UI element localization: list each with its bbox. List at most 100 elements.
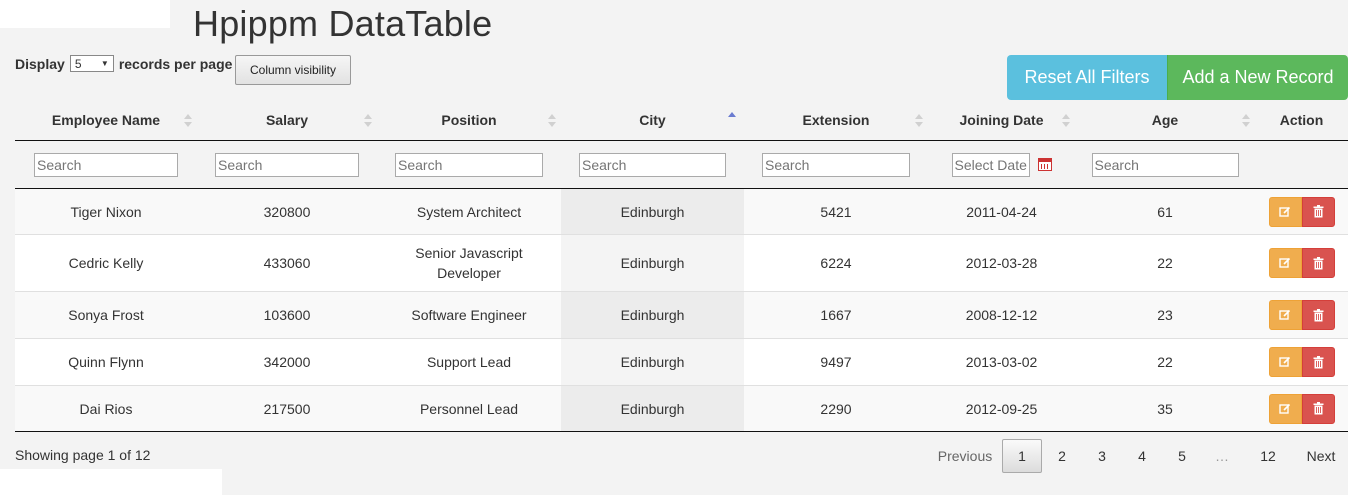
edit-button[interactable] <box>1268 248 1302 278</box>
previous-page-button[interactable]: Previous <box>928 439 1002 473</box>
joining-date-cell: 2013-03-02 <box>928 338 1075 386</box>
page-button-4[interactable]: 4 <box>1122 439 1162 473</box>
action-cell <box>1255 291 1348 339</box>
salary-search-input[interactable] <box>215 152 359 177</box>
action-buttons <box>1268 347 1335 377</box>
employee-name-cell: Cedric Kelly <box>15 234 197 292</box>
edit-icon <box>1279 356 1291 367</box>
age-cell: 22 <box>1075 338 1255 386</box>
employee-name-search-input[interactable] <box>34 152 178 177</box>
edit-icon <box>1279 257 1291 268</box>
filter-cell <box>561 140 744 189</box>
employee-name-cell: Dai Rios <box>15 385 197 432</box>
column-visibility-button[interactable]: Column visibility <box>235 55 351 85</box>
column-header-employee-name[interactable]: Employee Name <box>15 100 197 141</box>
position-cell: System Architect <box>377 188 561 235</box>
filter-cell <box>744 140 928 189</box>
position-search-input[interactable] <box>395 152 543 177</box>
table-info: Showing page 1 of 12 <box>15 447 151 463</box>
filter-cell <box>928 140 1075 189</box>
edit-button[interactable] <box>1268 300 1302 330</box>
edit-icon <box>1279 206 1291 217</box>
sort-icon <box>1062 114 1070 128</box>
sort-icon <box>915 114 923 128</box>
filter-cell <box>197 140 377 189</box>
city-cell: Edinburgh <box>561 338 744 386</box>
employee-name-cell: Quinn Flynn <box>15 338 197 386</box>
employee-name-cell: Tiger Nixon <box>15 188 197 235</box>
display-label: Display <box>15 55 65 72</box>
select-arrow-icon: ▼ <box>100 59 109 68</box>
delete-button[interactable] <box>1301 300 1335 330</box>
action-cell <box>1255 234 1348 292</box>
column-header-extension[interactable]: Extension <box>744 100 928 141</box>
position-cell: Senior Javascript Developer <box>377 234 561 292</box>
column-header-salary[interactable]: Salary <box>197 100 377 141</box>
filter-cell <box>1075 140 1255 189</box>
reset-filters-button[interactable]: Reset All Filters <box>1007 55 1167 100</box>
trash-icon <box>1313 308 1323 321</box>
city-search-input[interactable] <box>579 152 726 177</box>
position-cell: Software Engineer <box>377 291 561 339</box>
extension-cell: 6224 <box>744 234 928 292</box>
delete-button[interactable] <box>1301 393 1335 424</box>
age-cell: 61 <box>1075 188 1255 235</box>
bottom-left-block <box>0 469 222 495</box>
edit-button[interactable] <box>1268 196 1302 227</box>
city-cell: Edinburgh <box>561 385 744 432</box>
action-buttons <box>1268 196 1335 227</box>
date-filter <box>951 152 1052 177</box>
column-header-age[interactable]: Age <box>1075 100 1255 141</box>
calendar-icon[interactable] <box>1037 158 1052 171</box>
delete-button[interactable] <box>1301 347 1335 377</box>
sort-icon <box>364 114 372 128</box>
age-cell: 35 <box>1075 385 1255 432</box>
edit-button[interactable] <box>1268 393 1302 424</box>
age-cell: 23 <box>1075 291 1255 339</box>
position-cell: Support Lead <box>377 338 561 386</box>
column-header-joining-date[interactable]: Joining Date <box>928 100 1075 141</box>
city-cell: Edinburgh <box>561 188 744 235</box>
age-search-input[interactable] <box>1091 152 1239 177</box>
column-header-label: Joining Date <box>959 112 1044 128</box>
column-header-label: Age <box>1151 112 1179 128</box>
joining-date-input[interactable] <box>951 152 1030 177</box>
column-header-position[interactable]: Position <box>377 100 561 141</box>
extension-cell: 2290 <box>744 385 928 432</box>
employee-name-cell: Sonya Frost <box>15 291 197 339</box>
salary-cell: 433060 <box>197 234 377 292</box>
trash-icon <box>1313 402 1323 415</box>
table-row: Cedric Kelly 433060 Senior Javascript Deve… <box>15 234 1348 292</box>
column-header-label: Extension <box>802 112 870 128</box>
next-page-button[interactable]: Next <box>1294 439 1348 473</box>
data-table: Employee Name Salary Position City Exten… <box>15 100 1348 432</box>
page-button-12[interactable]: 12 <box>1242 439 1294 473</box>
sort-icon <box>184 114 192 128</box>
action-buttons <box>1268 248 1335 278</box>
column-header-label: City <box>639 112 666 128</box>
page-button-1[interactable]: 1 <box>1002 439 1042 473</box>
position-cell: Personnel Lead <box>377 385 561 432</box>
joining-date-cell: 2011-04-24 <box>928 188 1075 235</box>
joining-date-cell: 2012-09-25 <box>928 385 1075 432</box>
table-row: Tiger Nixon 320800 System Architect Edinbur… <box>15 188 1348 235</box>
page-length-control: Display 5 ▼ records per page <box>15 55 232 72</box>
add-record-button[interactable]: Add a New Record <box>1167 55 1348 100</box>
page-title: Hpippm DataTable <box>193 3 493 44</box>
page-button-2[interactable]: 2 <box>1042 439 1082 473</box>
delete-button[interactable] <box>1301 248 1335 278</box>
trash-icon <box>1313 256 1323 269</box>
column-header-city[interactable]: City <box>561 100 744 141</box>
joining-date-cell: 2012-03-28 <box>928 234 1075 292</box>
pagination: Previous 1 2 3 4 5 … 12 Next <box>928 438 1348 474</box>
edit-button[interactable] <box>1268 347 1302 377</box>
action-buttons <box>1268 300 1335 330</box>
page-button-3[interactable]: 3 <box>1082 439 1122 473</box>
filter-cell <box>15 140 197 189</box>
action-buttons <box>1268 393 1335 424</box>
page-button-5[interactable]: 5 <box>1162 439 1202 473</box>
delete-button[interactable] <box>1301 196 1335 227</box>
extension-search-input[interactable] <box>762 152 910 177</box>
table-row: Quinn Flynn 342000 Support Lead Edinburgh 94… <box>15 338 1348 386</box>
page-length-select[interactable]: 5 ▼ <box>69 55 114 72</box>
